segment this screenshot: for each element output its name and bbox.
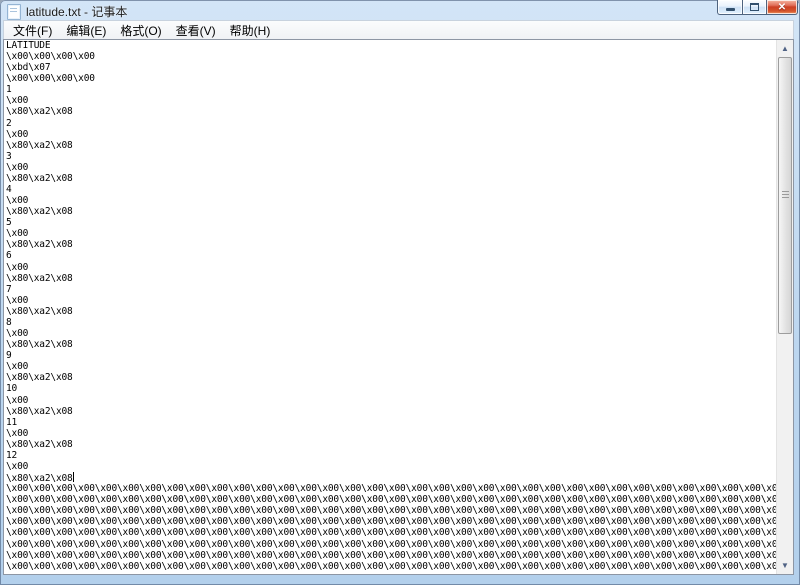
menu-item-edit[interactable]: 编辑(E) (59, 20, 113, 41)
editor-line: \x00\x00\x00\x00\x00\x00\x00\x00\x00\x00… (6, 505, 776, 516)
editor-client-area: LATITUDE\x00\x00\x00\x00\xbd\x07\x00\x00… (3, 39, 794, 575)
maximize-button[interactable] (742, 0, 767, 15)
editor-line: \x80\xa2\x08 (6, 306, 776, 317)
editor-line: \x00\x00\x00\x00\x00\x00\x00\x00\x00\x00… (6, 494, 776, 505)
notepad-document-icon (7, 4, 21, 20)
window-title: latitude.txt - 记事本 (26, 3, 127, 20)
editor-line: \x00\x00\x00\x00 (6, 73, 776, 84)
notepad-window: latitude.txt - 记事本 ✕ 文件(F)编辑(E)格式(O)查看(V… (0, 0, 800, 585)
editor-line: 3 (6, 151, 776, 162)
title-group: latitude.txt - 记事本 (7, 3, 127, 20)
editor-line: \x00\x00\x00\x00\x00\x00\x00\x00\x00\x00… (6, 527, 776, 538)
editor-line: \x80\xa2\x08 (6, 206, 776, 217)
editor-line: 2 (6, 118, 776, 129)
editor-line: \x00 (6, 295, 776, 306)
editor-line: \x00 (6, 395, 776, 406)
editor-line: 10 (6, 383, 776, 394)
editor-line: \x00 (6, 361, 776, 372)
editor-line: \x80\xa2\x08 (6, 372, 776, 383)
menu-item-help[interactable]: 帮助(H) (223, 20, 278, 41)
editor-line: 1 (6, 84, 776, 95)
editor-line: \x80\xa2\x08 (6, 439, 776, 450)
editor-line: \x00 (6, 262, 776, 273)
editor-line: \x80\xa2\x08 (6, 406, 776, 417)
vertical-scrollbar[interactable]: ▲ ▼ (776, 40, 793, 574)
close-button[interactable]: ✕ (767, 0, 798, 15)
editor-line: 4 (6, 184, 776, 195)
editor-line: \x00 (6, 162, 776, 173)
menu-item-view[interactable]: 查看(V) (169, 20, 223, 41)
editor-line: LATITUDE (6, 40, 776, 51)
editor-line: \x00 (6, 129, 776, 140)
editor-line: \x00 (6, 228, 776, 239)
minimize-button[interactable] (717, 0, 742, 15)
menu-item-format[interactable]: 格式(O) (113, 20, 168, 41)
editor-line: \x00\x00\x00\x00 (6, 51, 776, 62)
menu-item-file[interactable]: 文件(F) (6, 20, 59, 41)
editor-line: \x00\x00\x00\x00\x00\x00\x00\x00\x00\x00… (6, 539, 776, 550)
scroll-up-button[interactable]: ▲ (777, 40, 793, 57)
minimize-icon (726, 8, 735, 11)
editor-line: 12 (6, 450, 776, 461)
editor-line: \x80\xa2\x08 (6, 339, 776, 350)
editor-line: \xbd\x07 (6, 62, 776, 73)
text-editor[interactable]: LATITUDE\x00\x00\x00\x00\xbd\x07\x00\x00… (4, 40, 776, 574)
editor-line: \x80\xa2\x08 (6, 140, 776, 151)
editor-line: \x00\x00\x00\x00\x00\x00\x00\x00\x00\x00… (6, 483, 776, 494)
editor-line: 8 (6, 317, 776, 328)
editor-line: \x00\x00\x00\x00\x00\x00\x00\x00\x00\x00… (6, 516, 776, 527)
close-icon: ✕ (778, 1, 786, 14)
editor-line: \x00 (6, 428, 776, 439)
editor-line: \x80\xa2\x08 (6, 106, 776, 117)
maximize-icon (750, 3, 759, 11)
titlebar[interactable]: latitude.txt - 记事本 ✕ (0, 0, 800, 20)
editor-line: \x80\xa2\x08 (6, 273, 776, 284)
text-caret (73, 472, 74, 482)
scroll-down-button[interactable]: ▼ (777, 557, 793, 574)
editor-line: 11 (6, 417, 776, 428)
editor-line: \x00 (6, 328, 776, 339)
editor-line: 5 (6, 217, 776, 228)
menubar: 文件(F)编辑(E)格式(O)查看(V)帮助(H) (3, 20, 794, 39)
editor-line: 6 (6, 250, 776, 261)
editor-line: \x00\x00\x00\x00\x00\x00\x00\x00\x00\x00… (6, 550, 776, 561)
editor-line: \x00 (6, 461, 776, 472)
caption-buttons: ✕ (717, 0, 798, 15)
editor-line: 7 (6, 284, 776, 295)
scroll-thumb[interactable] (778, 57, 792, 334)
editor-line: \x80\xa2\x08 (6, 173, 776, 184)
editor-line: \x80\xa2\x08 (6, 239, 776, 250)
editor-line: \x80\xa2\x08 (6, 472, 776, 483)
editor-line: \x00\x00\x00\x00\x00\x00\x00\x00\x00\x00… (6, 561, 776, 572)
scroll-thumb-gripper-icon (782, 191, 789, 200)
editor-line: 9 (6, 350, 776, 361)
editor-line: \x00 (6, 95, 776, 106)
editor-line: \x00 (6, 195, 776, 206)
